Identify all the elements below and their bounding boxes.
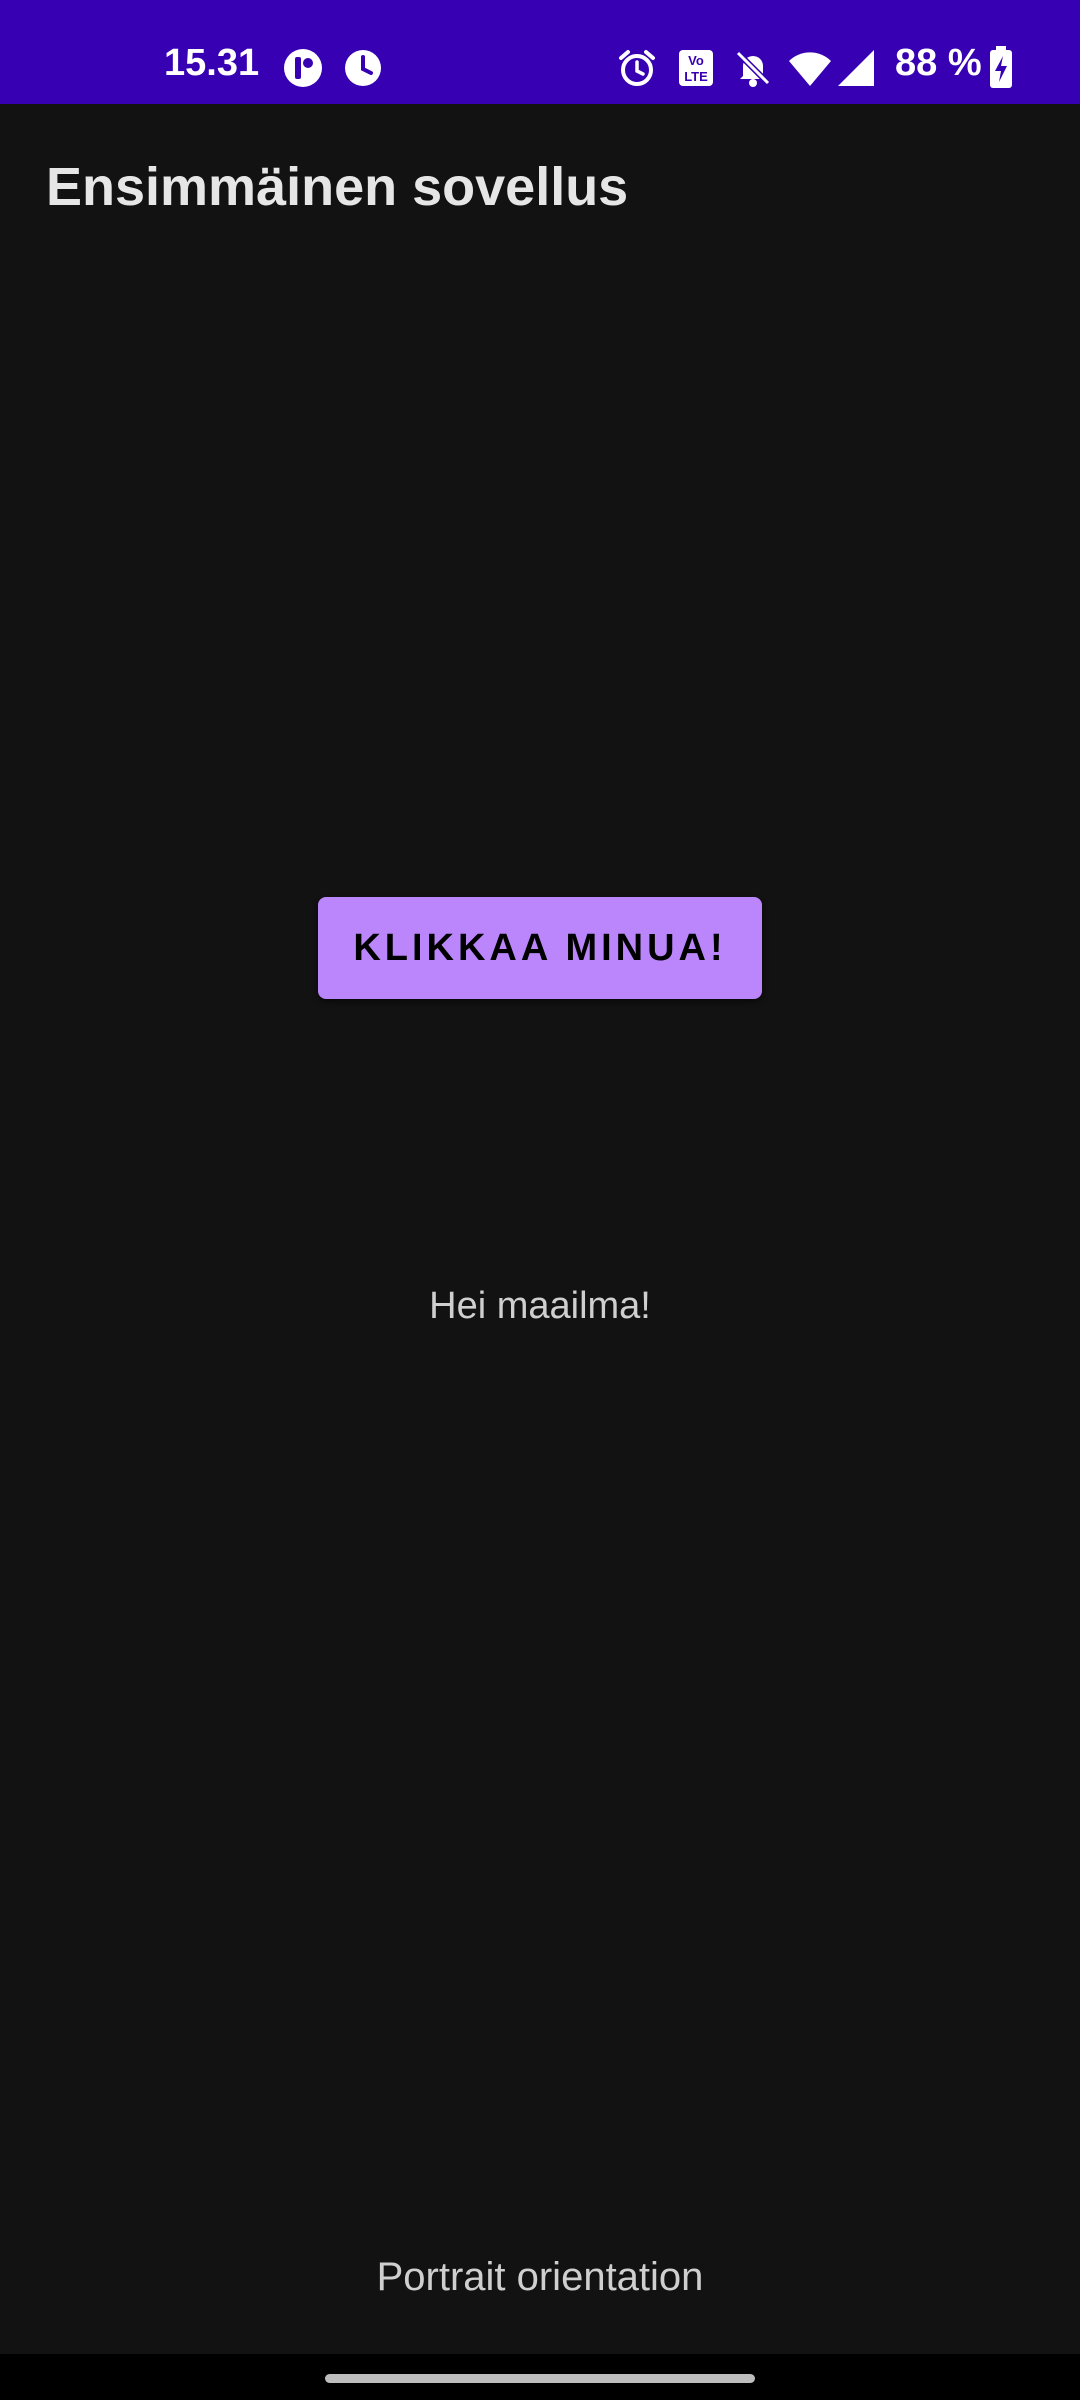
app-bar: Ensimmäinen sovellus [0, 104, 1080, 264]
app-notification-icon [284, 49, 322, 87]
home-gesture-handle[interactable] [325, 2374, 755, 2383]
wifi-icon [789, 52, 831, 86]
app-title: Ensimmäinen sovellus [46, 157, 629, 217]
signal-icon [838, 50, 874, 86]
status-time: 15.31 [164, 42, 260, 84]
notifications-off-icon [735, 50, 771, 87]
svg-text:Vo: Vo [688, 53, 704, 68]
battery-charging-icon [990, 46, 1012, 88]
orientation-text: Portrait orientation [376, 2255, 704, 2299]
alarm-icon [619, 50, 655, 86]
svg-text:LTE: LTE [684, 69, 708, 84]
volte-icon: Vo LTE [679, 50, 713, 86]
hello-text: Hei maailma! [429, 1285, 651, 1327]
status-bar: 15.31 Vo LTE 88 % [0, 0, 1080, 104]
battery-percentage: 88 % [895, 42, 982, 84]
click-me-button[interactable]: KLIKKAA MINUA! [318, 897, 762, 999]
clock-icon [345, 50, 381, 86]
navigation-bar [0, 2354, 1080, 2400]
